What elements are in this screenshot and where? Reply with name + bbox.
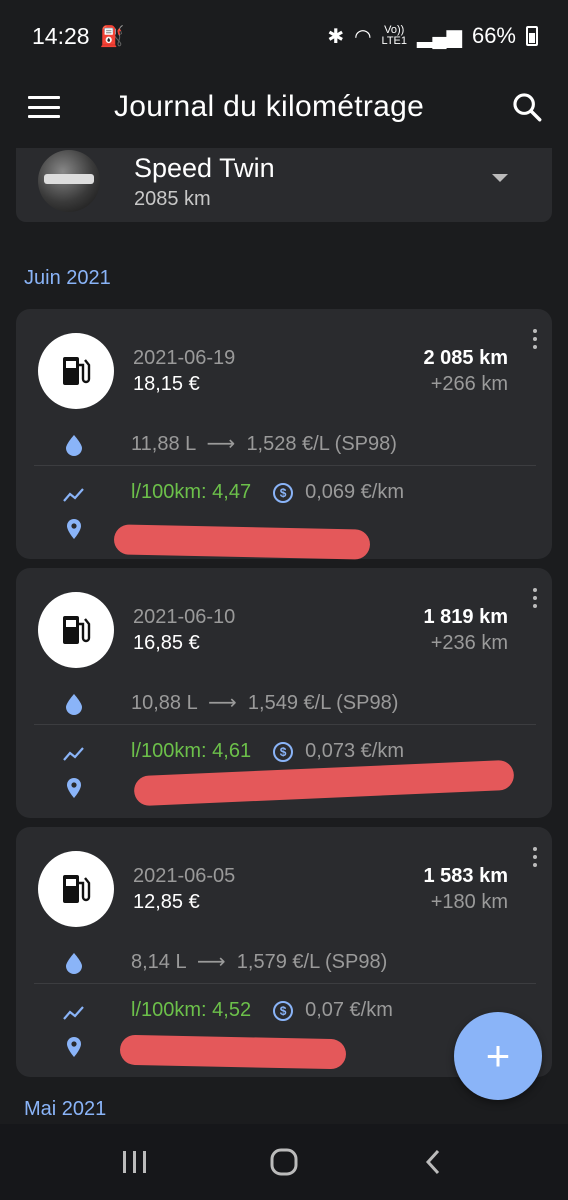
coin-icon: $ [273,482,294,503]
wifi-icon: ◠ [354,25,372,48]
entry-distance: +266 km [430,373,508,395]
entry-odometer: 1 583 km [423,865,508,887]
arrow-icon: ⟶ [201,433,241,455]
water-drop-icon [62,692,86,716]
fuel-price: 1,549 €/L (SP98) [247,692,399,714]
fuel-price: 1,579 €/L (SP98) [236,951,388,973]
fuel-details: 11,88 L ⟶ 1,528 €/L (SP98) [131,431,397,456]
menu-icon[interactable] [28,96,60,118]
vehicle-selector[interactable]: Speed Twin 2085 km [16,148,552,222]
entry-distance: +236 km [430,632,508,654]
entry-cost: 16,85 € [133,632,200,654]
fuel-details: 10,88 L ⟶ 1,549 €/L (SP98) [131,690,398,715]
arrow-icon: ⟶ [202,692,243,714]
trending-up-icon [62,742,86,766]
divider [34,724,536,725]
efficiency-value: l/100km: 4,47 [131,481,252,503]
battery-percent: 66% [471,23,516,48]
app-bar: Journal du kilométrage [0,72,568,142]
trending-up-icon [62,483,86,507]
redaction-mark [113,524,371,560]
more-vert-icon[interactable] [530,329,540,349]
water-drop-icon [62,433,86,457]
location-pin-icon [62,517,86,541]
location-pin-icon [62,1035,86,1059]
entry-date: 2021-06-10 [133,606,236,628]
more-vert-icon[interactable] [530,588,540,608]
divider [34,465,536,466]
month-header: Mai 2021 [24,1098,107,1120]
coin-icon: $ [273,1000,294,1021]
divider [34,983,536,984]
fuel-pump-icon [38,592,114,668]
location-pin-icon [62,776,86,800]
vehicle-avatar [38,150,100,212]
efficiency-row: l/100km: 4,61 $ 0,073 €/km [131,740,404,763]
system-nav-bar [0,1124,568,1200]
page-title: Journal du kilométrage [114,90,425,123]
arrow-icon: ⟶ [191,951,232,973]
battery-icon [526,26,538,46]
efficiency-value: l/100km: 4,61 [131,740,252,762]
entry-cost: 12,85 € [133,891,200,913]
cost-per-km: 0,07 €/km [305,999,393,1021]
entry-odometer: 1 819 km [423,606,508,628]
search-icon[interactable] [510,90,544,124]
coin-icon: $ [273,741,294,762]
entry-odometer: 2 085 km [423,347,508,369]
redaction-mark [119,1034,347,1070]
fuel-price: 1,528 €/L (SP98) [246,433,397,455]
trending-up-icon [62,1001,86,1025]
network-indicator: Vo)) LTE1 [381,24,408,47]
water-drop-icon [62,951,86,975]
status-bar: 14:28 ⛽ ✱ ◠ Vo)) LTE1 ▂▄▆ 66% [0,0,568,72]
efficiency-value: l/100km: 4,52 [131,999,252,1021]
fuel-volume: 11,88 L [131,433,196,455]
add-entry-button[interactable]: + [454,1012,542,1100]
fuel-entry-card[interactable]: 2021-06-10 16,85 € 1 819 km +236 km 10,8… [16,568,552,818]
notification-icon: ⛽ [99,25,125,48]
efficiency-row: l/100km: 4,47 $ 0,069 €/km [131,481,404,504]
entry-distance: +180 km [430,891,508,913]
entry-date: 2021-06-19 [133,347,236,369]
entry-cost: 18,15 € [133,373,200,395]
recent-apps-button[interactable] [105,1137,165,1187]
fuel-entry-card[interactable]: 2021-06-19 18,15 € 2 085 km +266 km 11,8… [16,309,552,560]
fuel-volume: 8,14 L [131,951,186,973]
dropdown-arrow-icon[interactable] [492,174,508,182]
fuel-pump-icon [38,851,114,927]
fuel-volume: 10,88 L [131,692,197,714]
cost-per-km: 0,069 €/km [305,481,405,503]
efficiency-row: l/100km: 4,52 $ 0,07 €/km [131,999,393,1022]
status-time: 14:28 [32,22,90,49]
back-button[interactable] [403,1137,463,1187]
home-button[interactable] [254,1137,314,1187]
redaction-mark [133,759,515,807]
entry-date: 2021-06-05 [133,865,236,887]
fuel-pump-icon [38,333,114,409]
signal-icon: ▂▄▆ [417,25,462,48]
vehicle-odometer: 2085 km [134,188,211,210]
vehicle-name: Speed Twin [134,153,275,183]
more-vert-icon[interactable] [530,847,540,867]
cost-per-km: 0,073 €/km [305,740,405,762]
month-header: Juin 2021 [24,267,111,289]
fuel-details: 8,14 L ⟶ 1,579 €/L (SP98) [131,949,387,974]
bluetooth-icon: ✱ [327,25,345,48]
